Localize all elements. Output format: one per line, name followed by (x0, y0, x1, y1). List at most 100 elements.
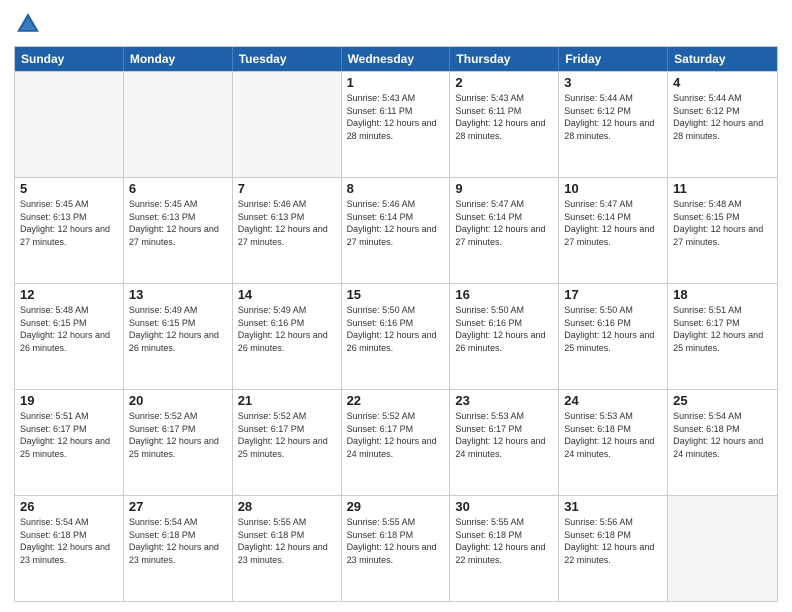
weekday-header: Friday (559, 47, 668, 71)
day-info: Sunrise: 5:53 AMSunset: 6:17 PMDaylight:… (455, 410, 553, 460)
calendar-cell: 20 Sunrise: 5:52 AMSunset: 6:17 PMDayligh… (124, 390, 233, 495)
calendar-cell: 26 Sunrise: 5:54 AMSunset: 6:18 PMDayligh… (15, 496, 124, 601)
weekday-header: Sunday (15, 47, 124, 71)
calendar-cell: 6Sunrise: 5:45 AMSunset: 6:13 PMDaylight… (124, 178, 233, 283)
day-number: 7 (238, 181, 336, 196)
calendar-cell (15, 72, 124, 177)
day-info: Sunrise: 5:43 AMSunset: 6:11 PMDaylight:… (455, 92, 553, 142)
day-info: Sunrise: 5:50 AMSunset: 6:16 PMDaylight:… (455, 304, 553, 354)
calendar-header: SundayMondayTuesdayWednesdayThursdayFrid… (15, 47, 777, 71)
day-number: 20 (129, 393, 227, 408)
day-info: Sunrise: 5:51 AMSunset: 6:17 PMDaylight:… (20, 410, 118, 460)
day-number: 25 (673, 393, 772, 408)
calendar-cell: 30 Sunrise: 5:55 AMSunset: 6:18 PMDayligh… (450, 496, 559, 601)
calendar-cell: 16Sunrise: 5:50 AMSunset: 6:16 PMDayligh… (450, 284, 559, 389)
day-info: Sunrise: 5:48 AMSunset: 6:15 PMDaylight:… (673, 198, 772, 248)
calendar-cell: 8 Sunrise: 5:46 AMSunset: 6:14 PMDaylight… (342, 178, 451, 283)
calendar-cell (124, 72, 233, 177)
day-number: 13 (129, 287, 227, 302)
day-info: Sunrise: 5:55 AMSunset: 6:18 PMDaylight:… (455, 516, 553, 566)
calendar-cell: 29 Sunrise: 5:55 AMSunset: 6:18 PMDayligh… (342, 496, 451, 601)
day-number: 28 (238, 499, 336, 514)
calendar: SundayMondayTuesdayWednesdayThursdayFrid… (14, 46, 778, 602)
day-number: 3 (564, 75, 662, 90)
calendar-cell: 4Sunrise: 5:44 AMSunset: 6:12 PMDaylight… (668, 72, 777, 177)
calendar-cell: 18Sunrise: 5:51 AMSunset: 6:17 PMDayligh… (668, 284, 777, 389)
day-info: Sunrise: 5:50 AMSunset: 6:16 PMDaylight:… (347, 304, 445, 354)
day-number: 17 (564, 287, 662, 302)
calendar-cell: 22 Sunrise: 5:52 AMSunset: 6:17 PMDayligh… (342, 390, 451, 495)
day-info: Sunrise: 5:49 AMSunset: 6:15 PMDaylight:… (129, 304, 227, 354)
calendar-cell: 21 Sunrise: 5:52 AMSunset: 6:17 PMDayligh… (233, 390, 342, 495)
day-number: 26 (20, 499, 118, 514)
day-number: 19 (20, 393, 118, 408)
logo (14, 10, 46, 38)
day-number: 21 (238, 393, 336, 408)
calendar-cell (668, 496, 777, 601)
day-info: Sunrise: 5:52 AMSunset: 6:17 PMDaylight:… (238, 410, 336, 460)
calendar-cell: 14 Sunrise: 5:49 AMSunset: 6:16 PMDayligh… (233, 284, 342, 389)
day-info: Sunrise: 5:45 AMSunset: 6:13 PMDaylight:… (129, 198, 227, 248)
calendar-body: 1 Sunrise: 5:43 AMSunset: 6:11 PMDaylight… (15, 71, 777, 601)
calendar-cell: 17 Sunrise: 5:50 AMSunset: 6:16 PMDayligh… (559, 284, 668, 389)
calendar-week: 19 Sunrise: 5:51 AMSunset: 6:17 PMDayligh… (15, 389, 777, 495)
day-info: Sunrise: 5:44 AMSunset: 6:12 PMDaylight:… (564, 92, 662, 142)
day-number: 14 (238, 287, 336, 302)
calendar-week: 1 Sunrise: 5:43 AMSunset: 6:11 PMDaylight… (15, 71, 777, 177)
calendar-week: 26 Sunrise: 5:54 AMSunset: 6:18 PMDayligh… (15, 495, 777, 601)
day-info: Sunrise: 5:52 AMSunset: 6:17 PMDaylight:… (129, 410, 227, 460)
day-number: 5 (20, 181, 118, 196)
day-info: Sunrise: 5:55 AMSunset: 6:18 PMDaylight:… (347, 516, 445, 566)
day-number: 27 (129, 499, 227, 514)
calendar-cell: 1 Sunrise: 5:43 AMSunset: 6:11 PMDaylight… (342, 72, 451, 177)
calendar-cell: 19 Sunrise: 5:51 AMSunset: 6:17 PMDayligh… (15, 390, 124, 495)
calendar-cell: 2Sunrise: 5:43 AMSunset: 6:11 PMDaylight… (450, 72, 559, 177)
calendar-cell: 7 Sunrise: 5:46 AMSunset: 6:13 PMDaylight… (233, 178, 342, 283)
day-info: Sunrise: 5:43 AMSunset: 6:11 PMDaylight:… (347, 92, 445, 142)
day-number: 22 (347, 393, 445, 408)
day-number: 11 (673, 181, 772, 196)
calendar-week: 5 Sunrise: 5:45 AMSunset: 6:13 PMDaylight… (15, 177, 777, 283)
day-number: 1 (347, 75, 445, 90)
day-info: Sunrise: 5:47 AMSunset: 6:14 PMDaylight:… (564, 198, 662, 248)
weekday-header: Monday (124, 47, 233, 71)
calendar-cell: 27 Sunrise: 5:54 AMSunset: 6:18 PMDayligh… (124, 496, 233, 601)
day-info: Sunrise: 5:49 AMSunset: 6:16 PMDaylight:… (238, 304, 336, 354)
calendar-cell: 5Sunrise: 5:45 AMSunset: 6:13 PMDaylight… (15, 178, 124, 283)
calendar-cell: 11 Sunrise: 5:48 AMSunset: 6:15 PMDayligh… (668, 178, 777, 283)
day-info: Sunrise: 5:53 AMSunset: 6:18 PMDaylight:… (564, 410, 662, 460)
day-number: 8 (347, 181, 445, 196)
day-info: Sunrise: 5:56 AMSunset: 6:18 PMDaylight:… (564, 516, 662, 566)
day-info: Sunrise: 5:46 AMSunset: 6:13 PMDaylight:… (238, 198, 336, 248)
day-info: Sunrise: 5:54 AMSunset: 6:18 PMDaylight:… (20, 516, 118, 566)
page: SundayMondayTuesdayWednesdayThursdayFrid… (0, 0, 792, 612)
calendar-cell: 10 Sunrise: 5:47 AMSunset: 6:14 PMDayligh… (559, 178, 668, 283)
calendar-week: 12Sunrise: 5:48 AMSunset: 6:15 PMDayligh… (15, 283, 777, 389)
header (14, 10, 778, 38)
logo-icon (14, 10, 42, 38)
day-info: Sunrise: 5:50 AMSunset: 6:16 PMDaylight:… (564, 304, 662, 354)
weekday-header: Saturday (668, 47, 777, 71)
weekday-header: Wednesday (342, 47, 451, 71)
day-number: 30 (455, 499, 553, 514)
day-info: Sunrise: 5:46 AMSunset: 6:14 PMDaylight:… (347, 198, 445, 248)
day-info: Sunrise: 5:47 AMSunset: 6:14 PMDaylight:… (455, 198, 553, 248)
calendar-cell: 9 Sunrise: 5:47 AMSunset: 6:14 PMDaylight… (450, 178, 559, 283)
day-number: 23 (455, 393, 553, 408)
calendar-cell: 13 Sunrise: 5:49 AMSunset: 6:15 PMDayligh… (124, 284, 233, 389)
day-info: Sunrise: 5:54 AMSunset: 6:18 PMDaylight:… (673, 410, 772, 460)
day-info: Sunrise: 5:55 AMSunset: 6:18 PMDaylight:… (238, 516, 336, 566)
day-info: Sunrise: 5:52 AMSunset: 6:17 PMDaylight:… (347, 410, 445, 460)
day-number: 18 (673, 287, 772, 302)
day-number: 9 (455, 181, 553, 196)
day-number: 10 (564, 181, 662, 196)
calendar-cell: 12Sunrise: 5:48 AMSunset: 6:15 PMDayligh… (15, 284, 124, 389)
day-number: 29 (347, 499, 445, 514)
calendar-cell: 23 Sunrise: 5:53 AMSunset: 6:17 PMDayligh… (450, 390, 559, 495)
day-info: Sunrise: 5:44 AMSunset: 6:12 PMDaylight:… (673, 92, 772, 142)
day-info: Sunrise: 5:54 AMSunset: 6:18 PMDaylight:… (129, 516, 227, 566)
day-info: Sunrise: 5:48 AMSunset: 6:15 PMDaylight:… (20, 304, 118, 354)
day-number: 24 (564, 393, 662, 408)
calendar-cell: 15Sunrise: 5:50 AMSunset: 6:16 PMDayligh… (342, 284, 451, 389)
calendar-cell: 25 Sunrise: 5:54 AMSunset: 6:18 PMDayligh… (668, 390, 777, 495)
